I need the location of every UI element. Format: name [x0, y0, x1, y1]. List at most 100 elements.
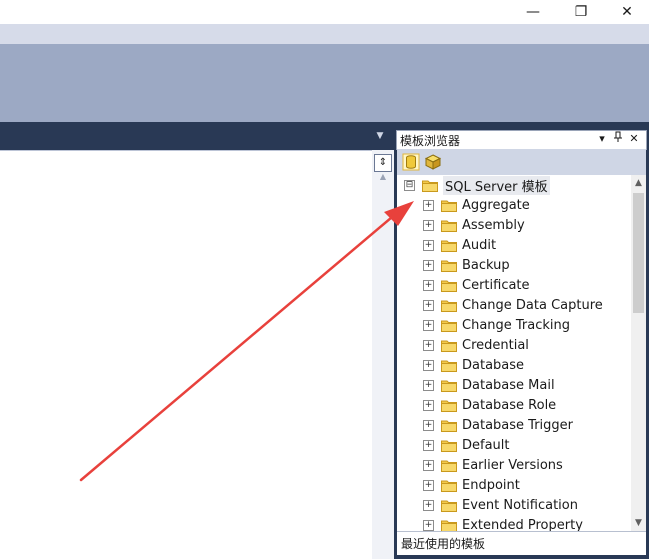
tree-item[interactable]: + Database	[423, 355, 524, 375]
tree-item-label: Database	[462, 357, 525, 373]
folder-icon	[441, 260, 457, 272]
tree-item[interactable]: + Default	[423, 435, 510, 455]
tree-item[interactable]: + Earlier Versions	[423, 455, 563, 475]
tree-item-label: Certificate	[462, 277, 530, 293]
folder-icon	[441, 420, 457, 432]
folder-icon	[441, 240, 457, 252]
document-tab-strip	[0, 122, 394, 150]
expand-icon[interactable]: +	[423, 439, 434, 451]
tree-item[interactable]: + Extended Property	[423, 515, 583, 531]
tree-item-label: Extended Property	[462, 517, 583, 532]
tree-item[interactable]: + Event Notification	[423, 495, 578, 515]
tree-item[interactable]: + Certificate	[423, 275, 530, 295]
scroll-down-icon[interactable]: ▼	[631, 515, 646, 531]
panel-menu-icon[interactable]: ▾	[595, 131, 609, 147]
tree-item[interactable]: + Audit	[423, 235, 496, 255]
expand-icon[interactable]: +	[423, 339, 434, 351]
folder-icon	[441, 360, 457, 372]
tree-root-label: SQL Server 模板	[443, 175, 550, 195]
toolbar-area	[0, 44, 649, 122]
template-tree[interactable]: ⊟ SQL Server 模板 + Aggregate + Assembly + Audi…	[397, 175, 631, 531]
tree-item[interactable]: + Assembly	[423, 215, 525, 235]
expand-icon[interactable]: +	[423, 399, 434, 411]
tree-item[interactable]: + Database Mail	[423, 375, 555, 395]
tree-item[interactable]: + Aggregate	[423, 195, 530, 215]
template-browser-toolbar	[397, 149, 646, 175]
tree-item[interactable]: + Database Role	[423, 395, 556, 415]
tree-item-label: Aggregate	[462, 197, 530, 213]
folder-icon	[441, 460, 457, 472]
expand-icon[interactable]: +	[423, 519, 434, 531]
folder-icon	[441, 520, 457, 531]
expand-icon[interactable]: +	[423, 259, 434, 271]
editor-scroll-up-icon[interactable]: ▲	[376, 172, 390, 184]
tree-item-label: Database Trigger	[462, 417, 573, 433]
tree-item-label: Default	[462, 437, 510, 453]
tab-list-dropdown-icon[interactable]: ▼	[374, 130, 386, 142]
tree-item-label: Event Notification	[462, 497, 578, 513]
close-icon: ✕	[621, 4, 633, 20]
folder-icon	[441, 500, 457, 512]
tree-item-label: Endpoint	[462, 477, 520, 493]
expand-icon[interactable]: +	[423, 199, 434, 211]
tree-scrollbar[interactable]: ▲ ▼	[631, 175, 646, 531]
collapse-icon[interactable]: ⊟	[404, 179, 415, 191]
restore-button[interactable]: ❐	[561, 0, 601, 24]
expand-icon[interactable]: +	[423, 359, 434, 371]
split-view-icon[interactable]: ⇕	[374, 154, 392, 172]
folder-icon	[441, 320, 457, 332]
query-editor[interactable]	[0, 150, 372, 560]
pin-icon-shape	[614, 131, 622, 142]
tree-item-label: Change Tracking	[462, 317, 571, 333]
template-browser-title: 模板浏览器	[400, 134, 461, 148]
folder-icon	[441, 340, 457, 352]
tree-item-label: Earlier Versions	[462, 457, 563, 473]
tree-item-label: Audit	[462, 237, 497, 253]
tree-item-label: Backup	[462, 257, 510, 273]
template-browser-header: 模板浏览器 ▾ ✕	[396, 130, 647, 150]
close-window-button[interactable]: ✕	[607, 0, 647, 24]
folder-icon	[441, 380, 457, 392]
expand-icon[interactable]: +	[423, 459, 434, 471]
expand-icon[interactable]: +	[423, 479, 434, 491]
expand-icon[interactable]: +	[423, 319, 434, 331]
folder-icon	[441, 280, 457, 292]
tree-item-label: Database Mail	[462, 377, 555, 393]
recent-templates-label: 最近使用的模板	[401, 537, 486, 551]
tree-item-label: Database Role	[462, 397, 557, 413]
tree-item[interactable]: + Change Data Capture	[423, 295, 603, 315]
tree-item[interactable]: + Credential	[423, 335, 529, 355]
tree-item-label: Change Data Capture	[462, 297, 603, 313]
tree-item[interactable]: + Backup	[423, 255, 510, 275]
expand-icon[interactable]: +	[423, 239, 434, 251]
expand-icon[interactable]: +	[423, 219, 434, 231]
analysis-cube-icon[interactable]	[424, 153, 442, 171]
tree-item-label: Credential	[462, 337, 529, 353]
recent-templates-bar[interactable]: 最近使用的模板	[397, 531, 646, 555]
expand-icon[interactable]: +	[423, 279, 434, 291]
scroll-up-icon[interactable]: ▲	[631, 175, 646, 191]
expand-icon[interactable]: +	[423, 299, 434, 311]
restore-icon: ❐	[574, 4, 588, 20]
folder-icon	[441, 300, 457, 312]
expand-icon[interactable]: +	[423, 499, 434, 511]
tree-item[interactable]: + Change Tracking	[423, 315, 570, 335]
pin-icon[interactable]	[611, 131, 625, 147]
minimize-icon: —	[526, 4, 540, 20]
minimize-button[interactable]: —	[513, 0, 553, 24]
folder-icon	[441, 200, 457, 212]
expand-icon[interactable]: +	[423, 419, 434, 431]
expand-icon[interactable]: +	[423, 379, 434, 391]
tree-item[interactable]: + Database Trigger	[423, 415, 573, 435]
folder-icon	[441, 480, 457, 492]
tree-item[interactable]: + Endpoint	[423, 475, 520, 495]
editor-scrollbar[interactable]	[372, 150, 394, 559]
window-titlebar: — ❐ ✕	[0, 0, 649, 24]
panel-close-icon[interactable]: ✕	[627, 131, 641, 147]
tree-root-sql-server[interactable]: ⊟ SQL Server 模板	[404, 175, 550, 195]
folder-icon	[441, 400, 457, 412]
database-cylinder-icon[interactable]	[402, 153, 420, 171]
scroll-thumb[interactable]	[633, 193, 644, 313]
folder-icon	[441, 220, 457, 232]
tree-item-label: Assembly	[462, 217, 525, 233]
